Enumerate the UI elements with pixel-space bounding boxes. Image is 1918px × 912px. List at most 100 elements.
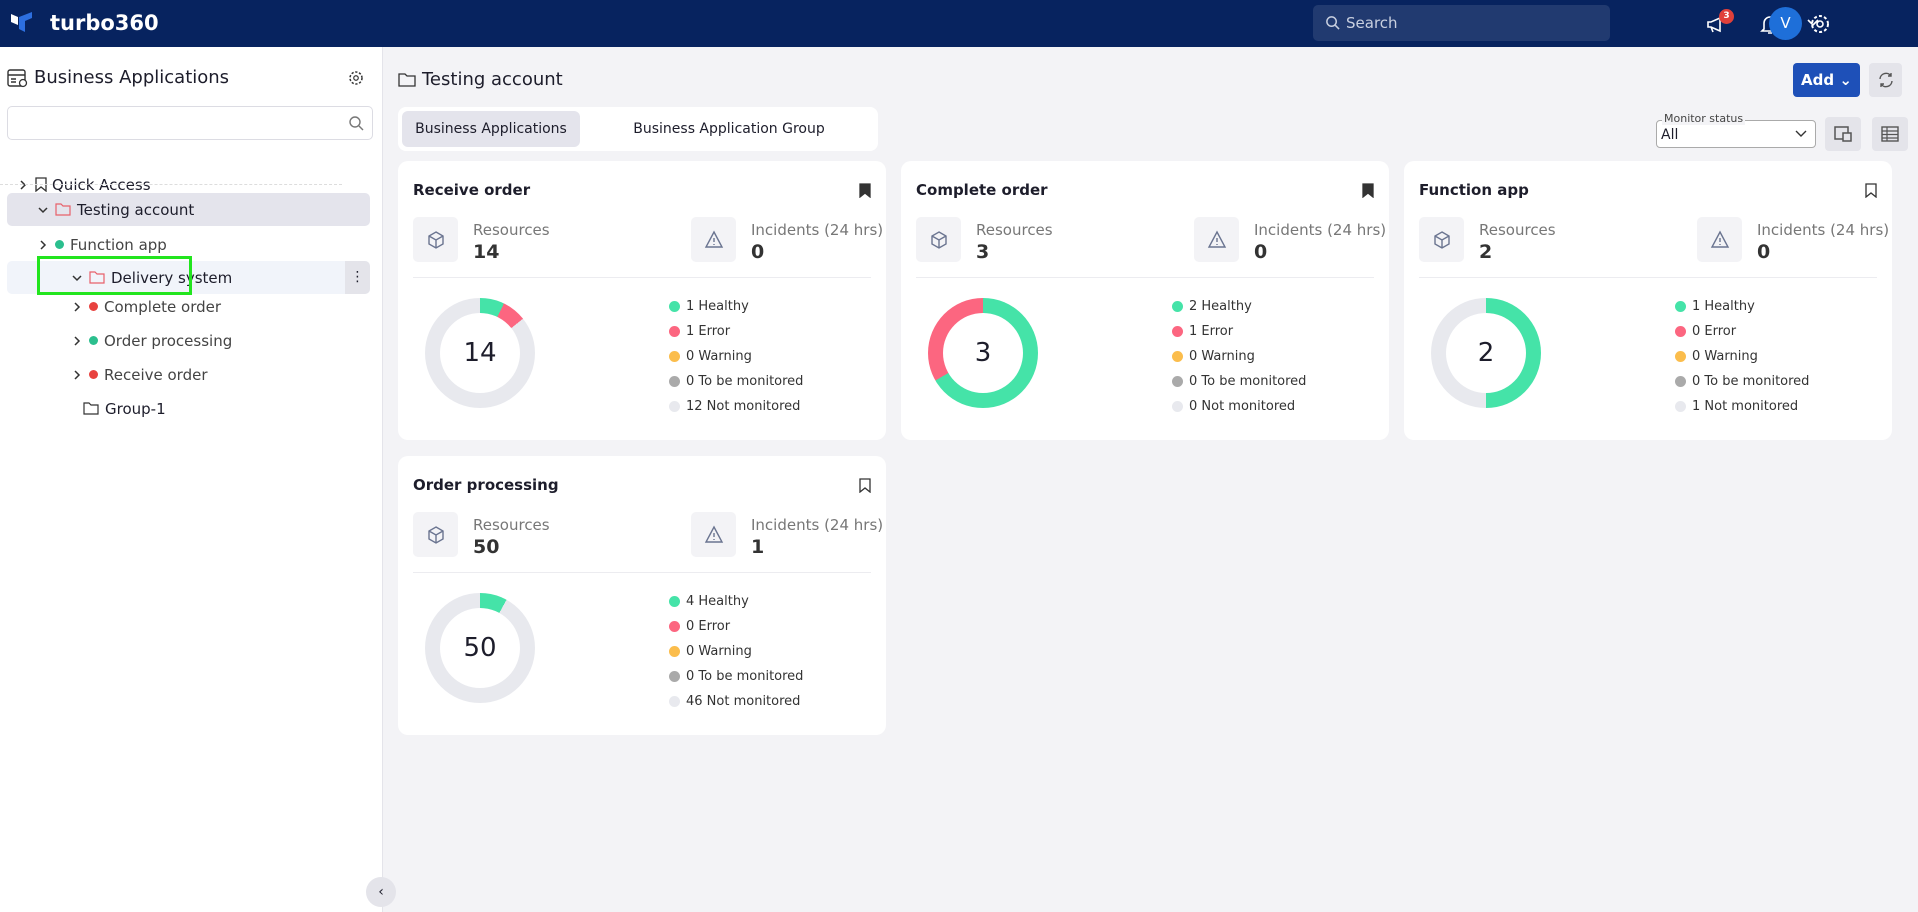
cube-icon (1433, 230, 1450, 249)
card-title[interactable]: Receive order (413, 181, 530, 199)
legend-item-to-be-monitored: 0 To be monitored (669, 664, 803, 689)
add-label: Add (1801, 71, 1835, 89)
table-view-button[interactable] (1872, 117, 1908, 151)
chevron-down-icon[interactable] (37, 204, 49, 216)
legend-dot (669, 376, 680, 387)
tab-business-application-group[interactable]: Business Application Group (584, 111, 874, 147)
legend-dot (1675, 326, 1686, 337)
legend-dot (1172, 376, 1183, 387)
legend-dot (669, 621, 680, 632)
page-title: Testing account (398, 69, 563, 90)
legend-dot (669, 326, 680, 337)
tree-item-label: Complete order (104, 297, 222, 316)
resources-icon-box (413, 217, 458, 262)
tree-item-group-1[interactable]: Group-1 (7, 392, 370, 425)
resources-label: Resources (473, 221, 550, 239)
tree-item-receive-order[interactable]: Receive order (7, 358, 370, 391)
status-donut: 3 (928, 298, 1038, 408)
tree-item-order-processing[interactable]: Order processing (7, 324, 370, 357)
legend-dot (1172, 401, 1183, 412)
divider (0, 184, 342, 185)
monitor-status-value: All (1661, 127, 1679, 143)
tree-item-testing-account[interactable]: Testing account (7, 193, 370, 226)
bookmark-icon[interactable] (1362, 183, 1374, 198)
search-input[interactable]: Search (1313, 5, 1610, 41)
monitor-status-label: Monitor status (1662, 112, 1746, 125)
avatar[interactable]: V (1769, 7, 1802, 40)
status-legend: 1 Healthy 1 Error 0 Warning 0 To be monitor… (669, 294, 803, 419)
status-dot (55, 240, 64, 249)
sidebar-search-input[interactable] (7, 106, 373, 140)
tile-view-icon (1834, 126, 1852, 142)
folder-icon (398, 73, 416, 87)
legend-item-warning: 0 Warning (1675, 344, 1809, 369)
tile-view-button[interactable] (1825, 117, 1861, 151)
legend-label: 0 Warning (1189, 349, 1255, 364)
app-card[interactable]: Function app Resources 2 Incidents (24 h… (1404, 161, 1892, 440)
legend-dot (669, 596, 680, 607)
refresh-button[interactable] (1869, 63, 1902, 97)
legend-label: 12 Not monitored (686, 399, 801, 414)
tree-item-label: Order processing (104, 331, 233, 350)
legend-item-not-monitored: 12 Not monitored (669, 394, 803, 419)
status-dot (89, 370, 98, 379)
legend-item-to-be-monitored: 0 To be monitored (1675, 369, 1809, 394)
status-donut: 2 (1431, 298, 1541, 408)
legend-label: 4 Healthy (686, 594, 749, 609)
status-dot (89, 336, 98, 345)
sidebar-settings-icon[interactable] (347, 69, 365, 87)
legend-label: 0 To be monitored (1692, 374, 1810, 389)
warning-icon (704, 525, 723, 543)
legend-dot (1675, 351, 1686, 362)
legend-label: 0 Not monitored (1189, 399, 1296, 414)
tree-item-label: Receive order (104, 365, 208, 384)
legend-label: 2 Healthy (1189, 299, 1252, 314)
legend-dot (669, 351, 680, 362)
collapse-sidebar-button[interactable]: ‹ (366, 877, 396, 907)
folder-icon (55, 203, 71, 216)
app-card[interactable]: Order processing Resources 50 Incidents … (398, 456, 886, 735)
resources-count: 50 (473, 536, 500, 558)
bookmark-icon[interactable] (859, 183, 871, 198)
incidents-icon-box (691, 512, 736, 557)
app-card[interactable]: Receive order Resources 14 Incidents (24… (398, 161, 886, 440)
card-title[interactable]: Function app (1419, 181, 1529, 199)
chevron-right-icon[interactable] (37, 239, 49, 251)
chevron-down-icon[interactable] (1807, 18, 1819, 28)
turbo360-logo (11, 12, 32, 32)
legend-item-not-monitored: 0 Not monitored (1172, 394, 1306, 419)
legend-item-error: 1 Error (1172, 319, 1306, 344)
legend-label: 0 Warning (1692, 349, 1758, 364)
legend-dot (669, 301, 680, 312)
legend-item-not-monitored: 46 Not monitored (669, 689, 803, 714)
chevron-right-icon[interactable] (71, 301, 83, 313)
incidents-icon-box (691, 217, 736, 262)
app-card[interactable]: Complete order Resources 3 Incidents (24… (901, 161, 1389, 440)
legend-item-warning: 0 Warning (669, 639, 803, 664)
card-title[interactable]: Complete order (916, 181, 1048, 199)
legend-item-warning: 0 Warning (1172, 344, 1306, 369)
legend-label: 0 Error (686, 619, 731, 634)
chevron-right-icon[interactable] (71, 335, 83, 347)
status-legend: 2 Healthy 1 Error 0 Warning 0 To be monitor… (1172, 294, 1306, 419)
tab-business-applications[interactable]: Business Applications (402, 111, 580, 147)
incidents-count: 0 (1254, 241, 1268, 263)
legend-item-to-be-monitored: 0 To be monitored (669, 369, 803, 394)
bookmark-icon[interactable] (859, 478, 871, 493)
search-icon (1326, 16, 1340, 30)
more-options-button[interactable]: ⋮ (345, 261, 370, 294)
warning-icon (704, 230, 723, 248)
card-title[interactable]: Order processing (413, 476, 559, 494)
add-button[interactable]: Add ⌄ (1793, 63, 1860, 97)
legend-item-healthy: 4 Healthy (669, 589, 803, 614)
legend-dot (669, 671, 680, 682)
incidents-count: 1 (751, 536, 765, 558)
resources-label: Resources (1479, 221, 1556, 239)
legend-label: 1 Not monitored (1692, 399, 1799, 414)
legend-dot (1675, 301, 1686, 312)
donut-total: 14 (440, 313, 520, 393)
status-legend: 1 Healthy 0 Error 0 Warning 0 To be monitor… (1675, 294, 1809, 419)
bookmark-icon[interactable] (1865, 183, 1877, 198)
legend-label: 1 Error (1189, 324, 1234, 339)
chevron-right-icon[interactable] (71, 369, 83, 381)
